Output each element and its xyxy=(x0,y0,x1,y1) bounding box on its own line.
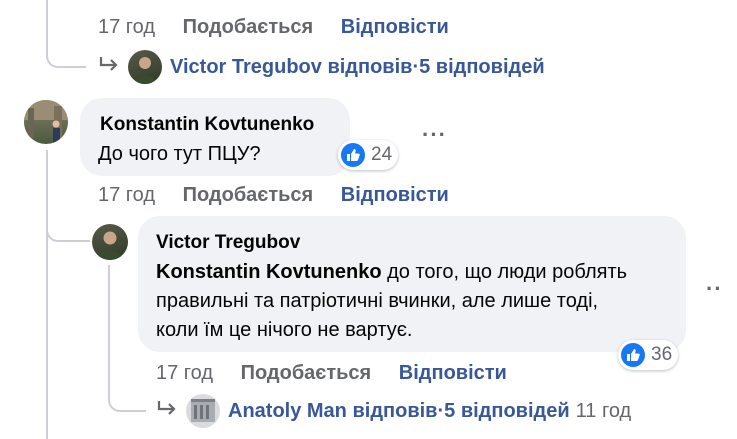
avatar[interactable] xyxy=(24,100,68,144)
like-button[interactable]: Подобається xyxy=(183,16,314,38)
reply-line: правильні та патріотичні вчинки, але лиш… xyxy=(156,290,599,312)
comment-author[interactable]: Konstantin Kovtunenko xyxy=(100,114,314,136)
reply-arrow-icon xyxy=(98,55,120,79)
comment-text: До чого тут ПЦУ? xyxy=(98,143,261,165)
reply-time: 11 год xyxy=(575,399,632,422)
comment-time[interactable]: 17 год xyxy=(156,362,213,384)
avatar[interactable] xyxy=(92,224,128,260)
thread-line xyxy=(108,265,110,365)
thread-connector xyxy=(108,360,146,412)
comment-time[interactable]: 17 год xyxy=(98,184,155,206)
reply-count[interactable]: 5 відповідей xyxy=(419,56,545,79)
thread-connector xyxy=(46,0,86,68)
reply-button[interactable]: Відповісти xyxy=(399,362,507,384)
reply-line: коли їм це нічого не вартує. xyxy=(156,319,413,341)
reaction-number: 36 xyxy=(651,344,673,365)
comment-actions: 17 год Подобається Відповісти xyxy=(98,184,471,207)
like-button[interactable]: Подобається xyxy=(241,362,372,384)
like-icon xyxy=(621,343,645,367)
reaction-number: 24 xyxy=(371,144,393,165)
reaction-count[interactable]: 36 xyxy=(618,340,679,370)
avatar[interactable] xyxy=(128,50,162,84)
reply-count[interactable]: 5 відповідей xyxy=(444,400,570,423)
like-button[interactable]: Подобається xyxy=(183,184,314,206)
reply-arrow-icon xyxy=(156,399,178,423)
like-icon xyxy=(341,143,365,167)
view-replies[interactable]: Anatoly Man відповів · 5 відповідей 11 г… xyxy=(156,394,631,428)
reply-button[interactable]: Відповісти xyxy=(341,16,449,38)
mention-link[interactable]: Konstantin Kovtunenko xyxy=(156,261,382,283)
reply-verb[interactable]: відповів xyxy=(352,400,437,423)
comment-actions: 17 год Подобається Відповісти xyxy=(156,362,529,385)
more-options-icon[interactable]: ·· xyxy=(706,276,723,302)
reply-author[interactable]: Anatoly Man xyxy=(228,400,347,423)
reaction-count[interactable]: 24 xyxy=(338,140,399,170)
view-replies[interactable]: Victor Tregubov відповів · 5 відповідей xyxy=(98,50,545,84)
comment-bubble: Konstantin Kovtunenko До чого тут ПЦУ? xyxy=(80,98,350,176)
comment-actions: 17 год Подобається Відповісти xyxy=(98,16,471,39)
comment-time[interactable]: 17 год xyxy=(98,16,155,38)
thread-line xyxy=(46,150,48,439)
thread-connector xyxy=(46,200,90,242)
separator: · xyxy=(412,55,420,78)
reply-text: Konstantin Kovtunenko до того, що люди р… xyxy=(156,258,676,345)
reply-author[interactable]: Victor Tregubov xyxy=(170,56,322,79)
reply-button[interactable]: Відповісти xyxy=(341,184,449,206)
reply-author[interactable]: Victor Tregubov xyxy=(156,232,300,254)
reply-line: до того, що люди роблять xyxy=(381,261,628,283)
separator: · xyxy=(437,399,445,422)
more-options-icon[interactable]: ··· xyxy=(422,122,447,148)
avatar[interactable] xyxy=(186,394,220,428)
reply-verb[interactable]: відповів xyxy=(327,56,412,79)
reply-bubble: Victor Tregubov Konstantin Kovtunenko до… xyxy=(138,216,686,352)
